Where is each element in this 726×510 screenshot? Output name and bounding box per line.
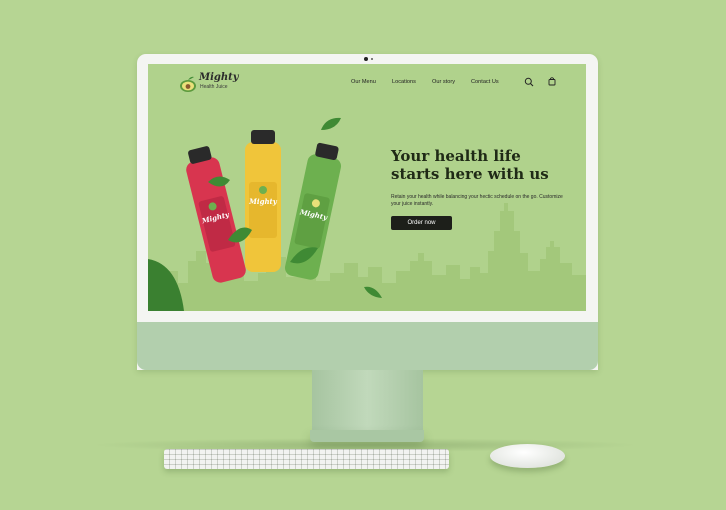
- nav-item-our-menu[interactable]: Our Menu: [351, 79, 376, 85]
- website-screen: Mighty Health Juice Our Menu Locations O…: [148, 64, 586, 311]
- red-juice-bottle: Mighty: [186, 146, 246, 283]
- hero-subtitle: Retain your health while balancing your …: [391, 194, 563, 207]
- leaf-icon: [321, 117, 341, 130]
- order-now-button[interactable]: Order now: [391, 216, 452, 230]
- main-nav: Our Menu Locations Our story Contact Us: [148, 79, 586, 89]
- juice-bottles-illustration: Mighty Mighty Mighty: [186, 130, 342, 283]
- camera-icon: [364, 57, 373, 62]
- monitor-stand-base: [310, 430, 424, 442]
- search-icon[interactable]: [524, 77, 534, 87]
- leaf-icon: [364, 286, 382, 298]
- nav-item-locations[interactable]: Locations: [392, 79, 416, 85]
- monitor-stand: [312, 370, 423, 432]
- monitor-chin: [137, 322, 598, 370]
- hero-title: Your health life starts here with us: [391, 147, 549, 183]
- yellow-juice-bottle: Mighty: [245, 130, 281, 272]
- nav-item-contact-us[interactable]: Contact Us: [471, 79, 499, 85]
- leaf-icon: [148, 259, 184, 311]
- shopping-bag-icon[interactable]: [547, 76, 557, 86]
- keyboard: [164, 449, 449, 469]
- mouse: [490, 444, 565, 468]
- svg-text:Mighty: Mighty: [248, 197, 278, 206]
- nav-item-our-story[interactable]: Our story: [432, 79, 455, 85]
